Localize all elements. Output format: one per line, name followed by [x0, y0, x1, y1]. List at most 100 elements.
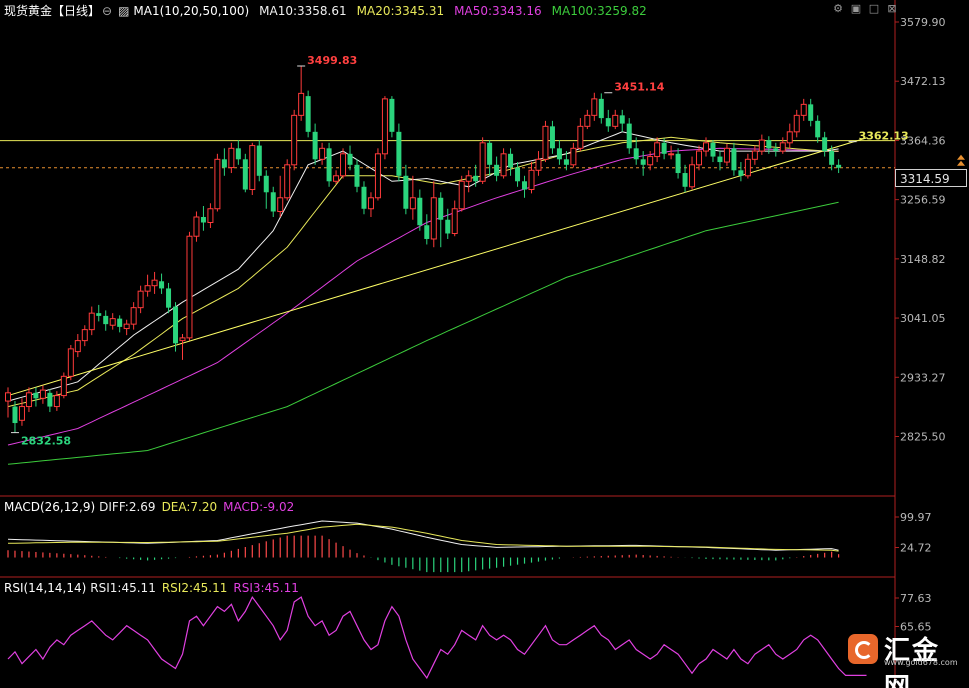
candle-body	[528, 169, 535, 191]
candle-body	[487, 142, 493, 165]
candle-body	[731, 148, 737, 171]
candle-body	[263, 175, 269, 193]
candle-body	[242, 159, 248, 190]
candle-body	[389, 98, 395, 132]
candle-body	[12, 406, 18, 424]
maximize-icon[interactable]: □	[868, 3, 880, 15]
candle-body	[117, 318, 123, 327]
candle-body	[535, 158, 542, 171]
candle-body	[675, 153, 681, 174]
candle-body	[744, 158, 751, 177]
candle-body	[159, 281, 165, 289]
candle-body	[717, 156, 723, 163]
candle-body	[438, 197, 444, 220]
price-tick-label: 3041.05	[900, 312, 946, 325]
candle-body	[88, 312, 95, 331]
candle-body	[109, 318, 116, 326]
candle-body	[738, 170, 744, 176]
ma50-value: MA50:3343.16	[454, 4, 542, 18]
candle-body	[235, 148, 241, 160]
candle-body	[829, 151, 835, 165]
candle-body	[598, 98, 604, 119]
ma20-line	[7, 136, 839, 408]
candle-body	[173, 306, 179, 344]
settings-small-icon[interactable]: ⊖	[102, 4, 112, 18]
candle-body	[465, 175, 472, 182]
candle-body	[633, 148, 639, 160]
candle-body	[207, 208, 214, 223]
candle-body	[186, 235, 193, 339]
candle-body	[403, 175, 409, 209]
candle-body	[515, 167, 521, 182]
candle-body	[228, 147, 235, 169]
rsi-name: RSI(14,14,14)	[4, 581, 87, 595]
candle-body	[751, 150, 758, 160]
candle-body	[696, 150, 703, 166]
candle-body	[682, 173, 688, 187]
macd-diff: DIFF:2.69	[99, 500, 156, 514]
annotation-label: 3362.13	[859, 130, 909, 143]
candle-body	[130, 307, 137, 325]
candle-body	[326, 148, 332, 182]
macd-value: MACD:-9.02	[223, 500, 295, 514]
candle-body	[374, 153, 381, 199]
ma-name: MA1(10,20,50,100)	[133, 4, 250, 18]
candle-body	[766, 140, 772, 149]
current-price-tag: 3314.59	[895, 169, 967, 187]
candle-body	[305, 96, 311, 132]
annotation-label: 3451.14	[614, 81, 664, 94]
candle-body	[800, 103, 807, 116]
candle-body	[67, 348, 74, 377]
candle-body	[815, 120, 821, 138]
restore-icon[interactable]: ▣	[850, 3, 862, 15]
candle-body	[354, 164, 360, 187]
settings-icon[interactable]: ⚙	[832, 3, 844, 15]
candle-body	[277, 197, 284, 213]
rsi-line	[7, 595, 867, 680]
rsi2-value: RSI2:45.11	[161, 581, 228, 595]
candle-body	[340, 153, 347, 177]
candle-body	[445, 219, 451, 234]
ma50-line	[7, 147, 839, 446]
annotation-label: 3499.83	[307, 54, 357, 67]
candle-body	[381, 98, 388, 155]
trend-line	[7, 137, 868, 397]
chart-window: 3579.90 3472.13 3364.36 3256.59 3148.82 3041.…	[0, 0, 969, 688]
candle-body	[640, 159, 646, 165]
candle-body	[47, 392, 53, 407]
candle-body	[626, 123, 632, 149]
candle-body	[424, 225, 430, 239]
candle-body	[723, 147, 730, 163]
candle-body	[96, 313, 102, 316]
candle-body	[542, 125, 549, 160]
candle-body	[256, 145, 262, 176]
candle-body	[25, 392, 32, 408]
candle-body	[166, 288, 172, 308]
candle-body	[619, 115, 625, 124]
candle-body	[249, 145, 256, 191]
macd-diff-line	[7, 520, 839, 551]
candle-body	[53, 395, 60, 408]
candle-body	[103, 315, 109, 325]
candle-body	[137, 290, 144, 309]
price-marker-icon	[957, 154, 965, 166]
candle-body	[577, 125, 584, 149]
price-tick-label: 2825.50	[900, 431, 946, 444]
price-tick-label: 3472.13	[900, 75, 946, 88]
candle-body	[556, 148, 562, 160]
candle-body	[500, 153, 507, 177]
ma100-value: MA100:3259.82	[551, 4, 647, 18]
candle-body	[200, 216, 206, 223]
candle-body	[193, 216, 200, 237]
candle-body	[779, 142, 786, 152]
candle-body	[494, 164, 500, 176]
candle-body	[605, 118, 611, 127]
ma20-value: MA20:3345.31	[356, 4, 445, 18]
close-icon[interactable]: ⊠	[886, 3, 898, 15]
rsi-tick-label: 77.63	[900, 592, 932, 605]
candle-body	[773, 148, 779, 152]
candle-body	[39, 389, 46, 399]
instrument-title[interactable]: 现货黄金【日线】	[4, 4, 100, 18]
candle-body	[430, 197, 437, 240]
candle-body	[654, 142, 661, 158]
